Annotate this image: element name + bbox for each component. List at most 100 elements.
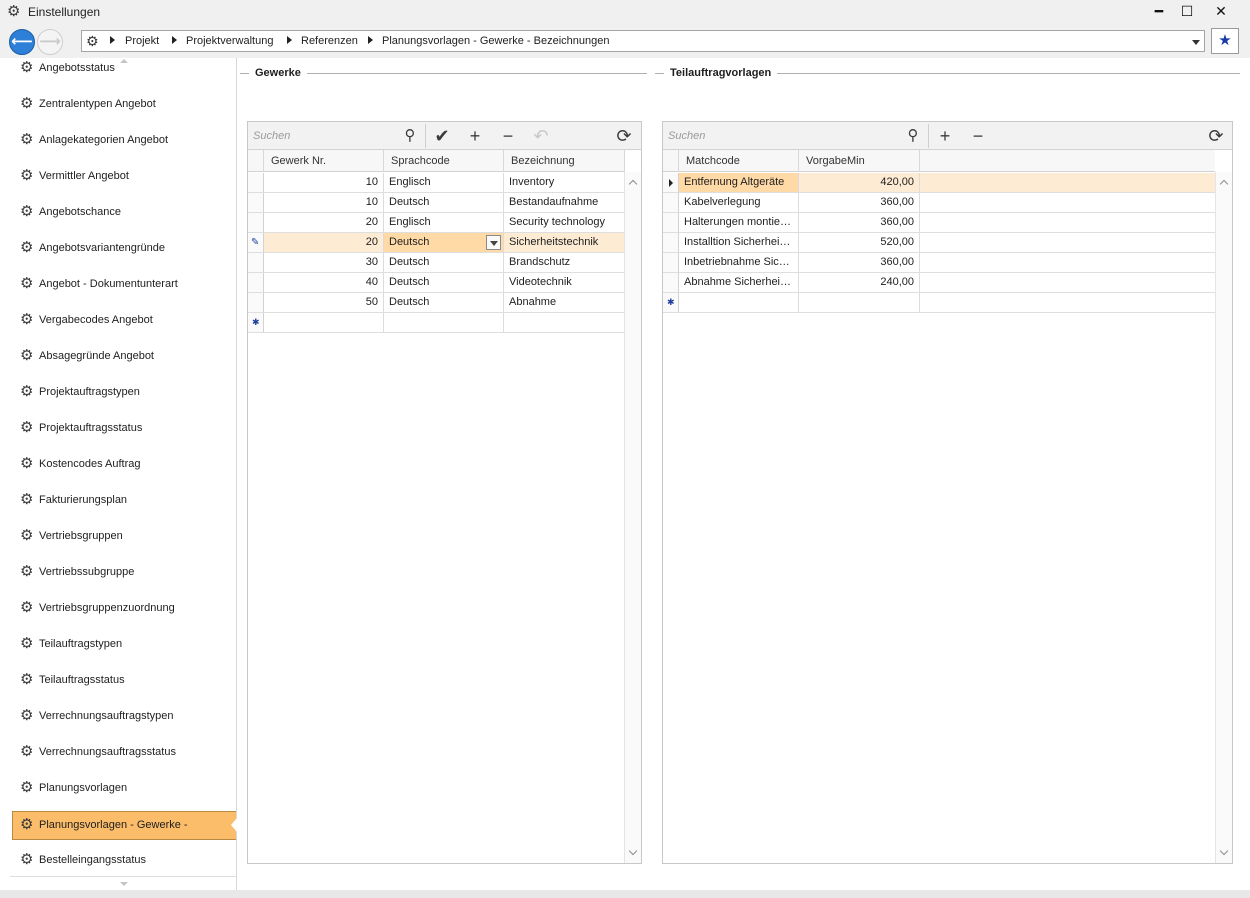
cell-bezeichnung[interactable]: Bestandaufnahme	[504, 193, 625, 212]
dropdown-button[interactable]	[486, 235, 501, 250]
add-icon[interactable]: +	[463, 126, 487, 146]
cell-sprachcode[interactable]: Englisch	[384, 173, 504, 192]
refresh-icon[interactable]: ⟳	[1204, 126, 1228, 146]
column-header[interactable]: Sprachcode	[384, 150, 504, 172]
cell-gewerk-nr[interactable]: 20	[264, 233, 384, 252]
cell-bezeichnung[interactable]: Videotechnik	[504, 273, 625, 292]
sidebar-item[interactable]: ⚙ Vertriebsgruppenzuordnung	[12, 594, 236, 622]
undo-icon[interactable]: ↶	[529, 126, 553, 146]
cell-sprachcode[interactable]: Deutsch	[384, 253, 504, 272]
remove-icon[interactable]: −	[496, 126, 520, 146]
sidebar-item[interactable]: ⚙ Teilauftragstypen	[12, 630, 236, 658]
breadcrumb-item[interactable]: Projektverwaltung	[186, 34, 273, 48]
search-input[interactable]: Suchen	[253, 129, 290, 143]
table-row[interactable]: 40 Deutsch Videotechnik	[248, 273, 625, 293]
remove-icon[interactable]: −	[966, 126, 990, 146]
cell-matchcode[interactable]	[679, 293, 799, 312]
column-header[interactable]: VorgabeMin	[799, 150, 920, 172]
forward-button[interactable]: ⟶	[37, 29, 63, 55]
sidebar-item[interactable]: ⚙ Fakturierungsplan	[12, 486, 236, 514]
breadcrumb-item[interactable]: Projekt	[125, 34, 159, 48]
scroll-down-icon[interactable]	[1219, 846, 1229, 856]
sidebar-item[interactable]: ⚙ Kostencodes Auftrag	[12, 450, 236, 478]
table-row[interactable]: 10 Deutsch Bestandaufnahme	[248, 193, 625, 213]
cell-sprachcode[interactable]: Deutsch	[384, 193, 504, 212]
table-row[interactable]: Inbetriebnahme Sich… 360,00	[663, 253, 1216, 273]
cell-vorgabemin[interactable]: 520,00	[799, 233, 920, 252]
cell-vorgabemin[interactable]: 240,00	[799, 273, 920, 292]
table-row[interactable]: Abnahme Sicherheit… 240,00	[663, 273, 1216, 293]
cell-gewerk-nr[interactable]: 50	[264, 293, 384, 312]
chevron-down-icon[interactable]	[1192, 40, 1200, 45]
sidebar-item[interactable]: ⚙ Anlagekategorien Angebot	[12, 126, 236, 154]
scroll-up-icon[interactable]	[1219, 179, 1229, 189]
row-header[interactable]	[663, 173, 679, 192]
cell-vorgabemin[interactable]: 360,00	[799, 193, 920, 212]
add-icon[interactable]: +	[933, 126, 957, 146]
cell-gewerk-nr[interactable]: 10	[264, 173, 384, 192]
maximize-button[interactable]: ☐	[1170, 0, 1204, 22]
cell-bezeichnung[interactable]	[504, 313, 625, 332]
row-header[interactable]	[248, 173, 264, 192]
row-header[interactable]	[663, 193, 679, 212]
sidebar-item[interactable]: ⚙ Vergabecodes Angebot	[12, 306, 236, 334]
table-row[interactable]: Entfernung Altgeräte 420,00	[663, 173, 1216, 193]
search-icon[interactable]: ⚲	[398, 126, 422, 146]
sidebar-item[interactable]: ⚙ Angebotsvariantengründe	[12, 234, 236, 262]
table-row[interactable]: 50 Deutsch Abnahme	[248, 293, 625, 313]
cell-bezeichnung[interactable]: Security technology	[504, 213, 625, 232]
table-row[interactable]: 10 Englisch Inventory	[248, 173, 625, 193]
search-input[interactable]: Suchen	[668, 129, 705, 143]
sidebar-item[interactable]: ⚙ Planungsvorlagen - Gewerke -	[12, 811, 236, 840]
sidebar-item[interactable]: ⚙ Verrechnungsauftragsstatus	[12, 738, 236, 766]
table-row[interactable]: Kabelverlegung 360,00	[663, 193, 1216, 213]
cell-gewerk-nr[interactable]: 40	[264, 273, 384, 292]
sidebar-item[interactable]: ⚙ Vertriebssubgruppe	[12, 558, 236, 586]
row-header[interactable]	[663, 273, 679, 292]
cell-sprachcode[interactable]	[384, 313, 504, 332]
new-row[interactable]: ✱	[248, 313, 625, 333]
cell-matchcode[interactable]: Entfernung Altgeräte	[679, 173, 799, 192]
sidebar-item[interactable]: ⚙ Projektauftragstypen	[12, 378, 236, 406]
cell-matchcode[interactable]: Halterungen montier…	[679, 213, 799, 232]
sidebar-item[interactable]: ⚙ Projektauftragsstatus	[12, 414, 236, 442]
sidebar-item[interactable]: ⚙ Planungsvorlagen	[12, 774, 236, 802]
cell-gewerk-nr[interactable]: 10	[264, 193, 384, 212]
cell-sprachcode[interactable]: Englisch	[384, 213, 504, 232]
row-header[interactable]: ✎	[248, 233, 264, 252]
back-button[interactable]: ⟵	[9, 29, 35, 55]
close-button[interactable]: ✕	[1204, 0, 1238, 22]
cell-matchcode[interactable]: Abnahme Sicherheit…	[679, 273, 799, 292]
cell-matchcode[interactable]: Inbetriebnahme Sich…	[679, 253, 799, 272]
cell-vorgabemin[interactable]: 420,00	[799, 173, 920, 192]
table-row[interactable]: 20 Englisch Security technology	[248, 213, 625, 233]
cell-gewerk-nr[interactable]	[264, 313, 384, 332]
sidebar-item[interactable]: ⚙ Zentralentypen Angebot	[12, 90, 236, 118]
cell-vorgabemin[interactable]: 360,00	[799, 253, 920, 272]
cell-bezeichnung[interactable]: Inventory	[504, 173, 625, 192]
sidebar-item[interactable]: ⚙ Absagegründe Angebot	[12, 342, 236, 370]
cell-bezeichnung[interactable]: Brandschutz	[504, 253, 625, 272]
table-row[interactable]: 30 Deutsch Brandschutz	[248, 253, 625, 273]
column-header[interactable]: Matchcode	[679, 150, 799, 172]
table-row[interactable]: Installtion Sicherheit… 520,00	[663, 233, 1216, 253]
sidebar-item[interactable]: ⚙ Vermittler Angebot	[12, 162, 236, 190]
row-header[interactable]	[248, 193, 264, 212]
cell-bezeichnung[interactable]: Sicherheitstechnik	[504, 233, 625, 252]
favorite-button[interactable]: ★	[1211, 28, 1239, 54]
row-header[interactable]	[248, 273, 264, 292]
cell-sprachcode[interactable]: Deutsch	[384, 273, 504, 292]
cell-sprachcode[interactable]: Deutsch	[384, 293, 504, 312]
scroll-up-icon[interactable]	[628, 179, 638, 189]
sidebar-item[interactable]: ⚙ Angebotschance	[12, 198, 236, 226]
new-row[interactable]: ✱	[663, 293, 1216, 313]
cell-vorgabemin[interactable]: 360,00	[799, 213, 920, 232]
scrollbar[interactable]	[1215, 172, 1232, 863]
sidebar-item[interactable]: ⚙ Teilauftragsstatus	[12, 666, 236, 694]
cell-matchcode[interactable]: Kabelverlegung	[679, 193, 799, 212]
scroll-down-icon[interactable]	[120, 882, 128, 886]
row-header[interactable]	[248, 213, 264, 232]
breadcrumb-item[interactable]: Planungsvorlagen - Gewerke - Bezeichnung…	[382, 34, 609, 48]
sidebar-item[interactable]: ⚙ Bestelleingangsstatus	[12, 846, 236, 874]
save-check-icon[interactable]: ✔	[430, 126, 454, 146]
